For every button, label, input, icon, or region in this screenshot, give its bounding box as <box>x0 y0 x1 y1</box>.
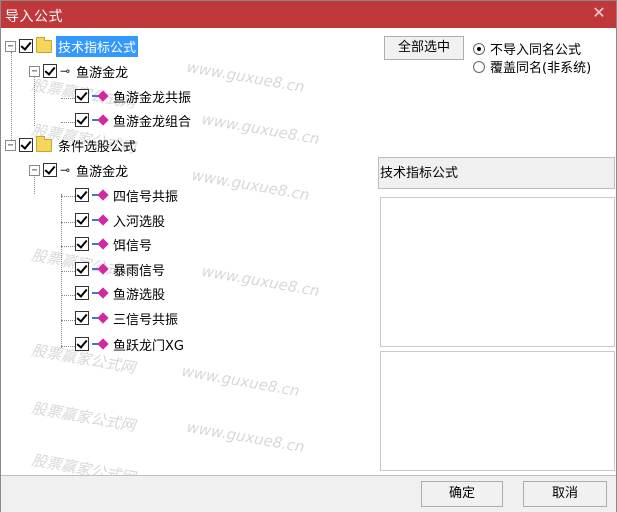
radio-overwrite[interactable]: 覆盖同名(非系统) <box>473 57 591 76</box>
formula-icon <box>92 263 109 275</box>
tree-checkbox[interactable] <box>75 89 89 103</box>
watermark-url: www.guxue8.cn <box>180 361 301 401</box>
tree-checkbox[interactable] <box>75 237 89 251</box>
tree-item-label: 四信号共振 <box>113 189 179 205</box>
tree-item-label: 鱼游金龙 <box>76 65 129 81</box>
collapse-icon[interactable]: − <box>29 65 40 77</box>
tree-connector <box>61 222 75 223</box>
cancel-button[interactable]: 取消 <box>523 481 607 507</box>
tree-checkbox[interactable] <box>75 311 89 325</box>
watermark-url: www.guxue8.cn <box>200 109 321 149</box>
tree-item-formula[interactable]: 鱼游选股 <box>75 282 167 304</box>
formula-icon <box>92 338 109 350</box>
tree-checkbox[interactable] <box>43 64 57 78</box>
category-label: 技术指标公式 <box>380 166 459 181</box>
formula-icon <box>92 114 109 126</box>
watermark-url: www.guxue8.cn <box>190 165 311 205</box>
tree-item-formula[interactable]: 三信号共振 <box>75 307 180 329</box>
watermark-text: 股票赢家公式网 <box>30 399 137 435</box>
tree-item-formula[interactable]: 鱼跃龙门XG <box>75 333 186 355</box>
tree-item-yuyoujinlong-group[interactable]: − ⊸ 鱼游金龙 <box>29 60 130 82</box>
formula-icon <box>92 312 109 324</box>
tree-connector <box>61 320 75 321</box>
watermark-url: www.guxue8.cn <box>200 261 321 301</box>
formula-icon <box>92 189 109 201</box>
radio-no-import[interactable]: 不导入同名公式 <box>473 39 581 58</box>
window-title: 导入公式 <box>5 9 63 25</box>
tree-item-label: 鱼游选股 <box>113 287 166 303</box>
tree-connector <box>61 196 75 197</box>
tree-item-yuyoujinlong-group[interactable]: − ⊸ 鱼游金龙 <box>29 159 130 181</box>
watermark-text: 股票赢家公式网 <box>30 451 137 475</box>
tree-checkbox[interactable] <box>19 138 33 152</box>
tree-connector <box>61 295 75 296</box>
tree-checkbox[interactable] <box>75 188 89 202</box>
tree-connector <box>61 346 75 347</box>
tree-item-formula[interactable]: 暴雨信号 <box>75 258 167 280</box>
tree-connector <box>61 271 75 272</box>
tree-item-label: 入河选股 <box>113 214 166 230</box>
tree-item-label: 条件选股公式 <box>58 139 137 155</box>
watermark-url: www.guxue8.cn <box>185 57 306 97</box>
ok-button[interactable]: 确定 <box>421 481 503 507</box>
tree-connector <box>61 122 75 123</box>
tree-item-label: 鱼游金龙共振 <box>113 90 192 106</box>
import-formula-dialog: 导入公式 ✕ 股票赢家公式网 www.guxue8.cn 股票赢家公式网 www… <box>0 0 617 512</box>
folder-icon <box>36 135 52 152</box>
key-icon: ⊸ <box>60 64 71 78</box>
collapse-icon[interactable]: − <box>29 164 40 176</box>
close-icon[interactable]: ✕ <box>590 3 608 23</box>
radio-label: 不导入同名公式 <box>490 43 582 58</box>
tree-checkbox[interactable] <box>19 39 33 53</box>
tree-checkbox[interactable] <box>75 213 89 227</box>
formula-icon <box>92 287 109 299</box>
tree-checkbox[interactable] <box>75 286 89 300</box>
tree-item-label: 鱼游金龙组合 <box>113 114 192 130</box>
radio-button[interactable] <box>473 42 485 55</box>
key-icon: ⊸ <box>60 163 71 177</box>
source-area[interactable] <box>380 351 615 471</box>
select-all-button[interactable]: 全部选中 <box>384 36 464 60</box>
tree-item-stock-filter-folder[interactable]: − 条件选股公式 <box>5 134 138 156</box>
tree-item-label: 三信号共振 <box>113 312 179 328</box>
tree-item-tech-indicator-folder[interactable]: − 技术指标公式 <box>5 35 139 57</box>
formula-icon <box>92 238 109 250</box>
tree-item-label: 技术指标公式 <box>56 35 139 57</box>
formula-tree[interactable]: 股票赢家公式网 www.guxue8.cn 股票赢家公式网 www.guxue8… <box>1 28 376 475</box>
formula-icon <box>92 90 109 102</box>
tree-checkbox[interactable] <box>75 262 89 276</box>
collapse-icon[interactable]: − <box>5 40 16 52</box>
description-area[interactable] <box>380 197 615 347</box>
tree-item-formula[interactable]: 鱼游金龙组合 <box>75 109 193 131</box>
title-bar[interactable]: 导入公式 ✕ <box>1 1 616 28</box>
tree-checkbox[interactable] <box>75 337 89 351</box>
tree-item-formula[interactable]: 入河选股 <box>75 209 167 231</box>
radio-label: 覆盖同名(非系统) <box>490 61 592 76</box>
tree-item-label: 鱼游金龙 <box>76 164 129 180</box>
tree-item-formula[interactable]: 饵信号 <box>75 233 154 255</box>
collapse-icon[interactable]: − <box>5 139 16 151</box>
tree-item-label: 饵信号 <box>113 238 153 254</box>
tree-item-formula[interactable]: 鱼游金龙共振 <box>75 85 193 107</box>
tree-checkbox[interactable] <box>75 113 89 127</box>
tree-connector <box>61 246 75 247</box>
tree-connector <box>61 98 75 99</box>
tree-item-formula[interactable]: 四信号共振 <box>75 184 180 206</box>
folder-icon <box>36 36 52 53</box>
watermark-url: www.guxue8.cn <box>185 417 306 457</box>
formula-icon <box>92 214 109 226</box>
tree-item-label: 暴雨信号 <box>113 263 166 279</box>
tree-item-label: 鱼跃龙门XG <box>113 338 184 354</box>
radio-button[interactable] <box>473 60 485 73</box>
tree-checkbox[interactable] <box>43 163 57 177</box>
